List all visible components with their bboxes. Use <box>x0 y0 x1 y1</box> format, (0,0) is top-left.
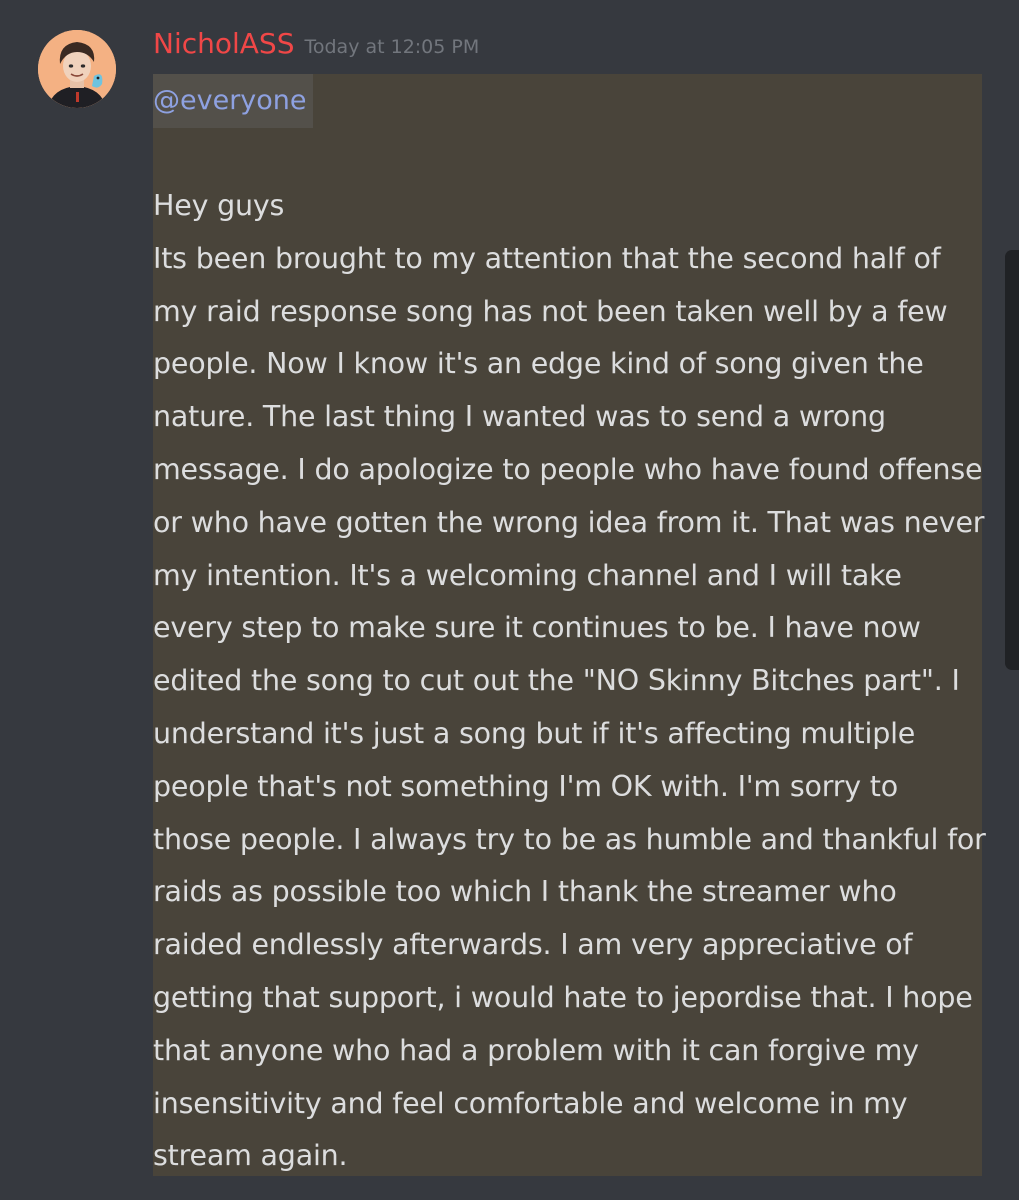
message-header: NicholASS Today at 12:05 PM <box>153 22 479 66</box>
message-line: Its been brought to my attention that th… <box>153 241 941 275</box>
message-line: nature. The last thing I wanted was to s… <box>153 400 886 434</box>
message-line: or who have gotten the wrong idea from i… <box>153 505 985 539</box>
message-line: my intention. It's a welcoming channel a… <box>153 558 902 592</box>
message-line: edited the song to cut out the "NO Skinn… <box>153 664 960 698</box>
message-line: getting that support, i would hate to je… <box>153 980 973 1014</box>
message-line: raids as possible too which I thank the … <box>153 875 897 909</box>
message-line: stream again. <box>153 1139 348 1173</box>
message-line: every step to make sure it continues to … <box>153 611 921 645</box>
everyone-mention[interactable]: @everyone <box>153 74 313 128</box>
message-text: Hey guys Its been brought to my attention… <box>153 180 986 1183</box>
message-line: raided endlessly afterwards. I am very a… <box>153 928 913 962</box>
message-line: insensitivity and feel comfortable and w… <box>153 1086 908 1120</box>
chat-view: NicholASS Today at 12:05 PM @everyone He… <box>0 0 1019 1200</box>
scrollbar[interactable] <box>1005 250 1019 670</box>
message-timestamp: Today at 12:05 PM <box>304 36 480 58</box>
user-avatar-icon[interactable] <box>38 30 116 108</box>
message-line: those people. I always try to be as humb… <box>153 822 986 856</box>
message-line: people that's not something I'm OK with.… <box>153 769 899 803</box>
message-line: that anyone who had a problem with it ca… <box>153 1033 919 1067</box>
message-line: Hey guys <box>153 189 285 222</box>
message-line: understand it's just a song but if it's … <box>153 716 916 750</box>
author-name[interactable]: NicholASS <box>153 22 294 66</box>
message-line: message. I do apologize to people who ha… <box>153 452 983 486</box>
message-line: my raid response song has not been taken… <box>153 294 948 328</box>
message-line: people. Now I know it's an edge kind of … <box>153 347 924 381</box>
